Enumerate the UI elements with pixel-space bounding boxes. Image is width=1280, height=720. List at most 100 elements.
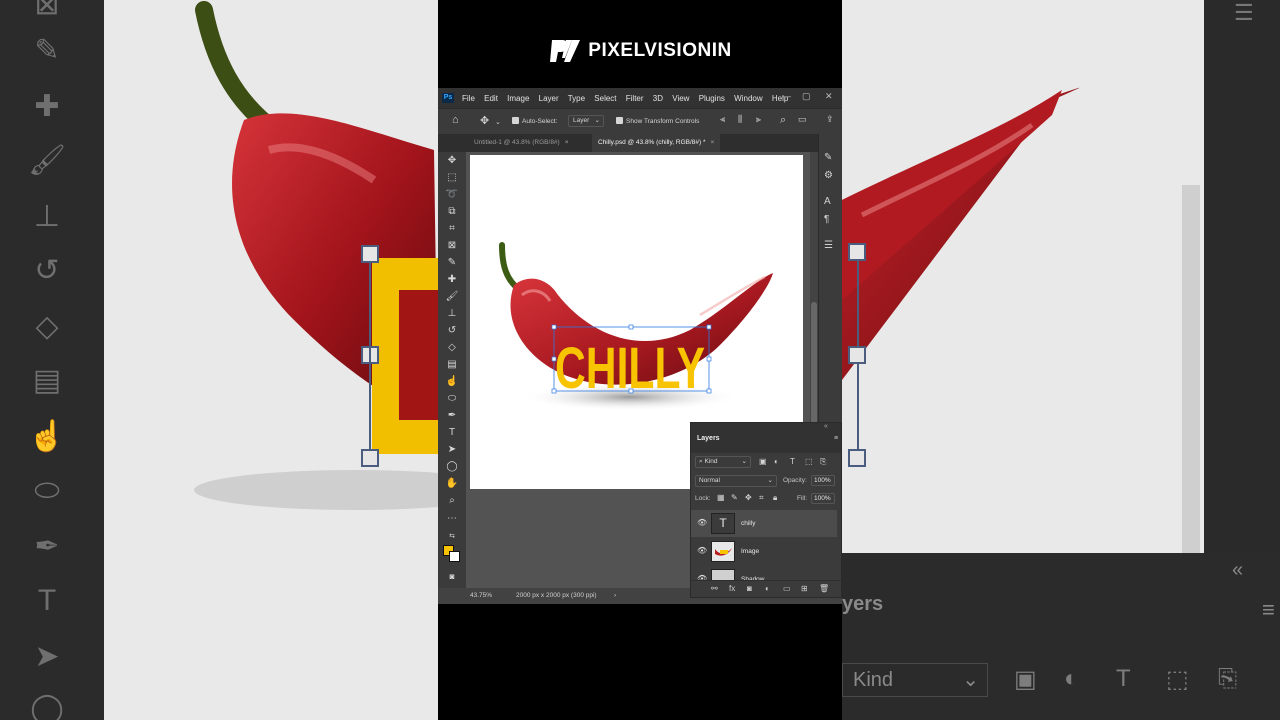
fill-field[interactable]: 100% [811,493,835,504]
move-tool-options-icon[interactable]: ✥ [480,114,489,127]
pen-tool-icon[interactable]: ✒ [445,409,459,423]
zoom-level[interactable]: 43.75% [470,592,492,599]
collapse-panel-icon[interactable]: « [824,423,828,430]
lock-position-icon[interactable]: ✥ [745,493,752,502]
crop-tool-icon[interactable]: ⌗ [445,222,459,236]
brush-settings-icon[interactable]: ✎ [824,152,832,163]
menu-3d[interactable]: 3D [653,94,663,103]
character-icon[interactable]: A [824,196,831,207]
visibility-eye-icon[interactable]: 👁︎ [697,546,707,555]
lock-artboard-icon[interactable]: ⌗ [759,493,764,503]
blur-tool-icon[interactable]: ☝ [445,375,459,389]
hand-tool-icon[interactable]: ✋ [445,477,459,491]
lock-transparency-icon[interactable]: ▦ [717,493,725,502]
new-group-icon[interactable]: ▭ [783,584,791,593]
path-select-tool-icon[interactable]: ➤ [445,443,459,457]
adjustment-layer-icon[interactable]: ◐ [765,584,770,593]
eyedropper-tool-icon[interactable]: ✎ [445,256,459,270]
fx-icon[interactable]: fx [729,584,735,593]
object-select-tool-icon[interactable]: ⧉ [445,205,459,219]
layer-name[interactable]: Image [741,548,759,555]
layers-panel-title[interactable]: Layers [697,435,720,442]
menu-select[interactable]: Select [594,94,616,103]
layer-name[interactable]: chilly [741,520,755,527]
ellipse-tool-icon[interactable]: ◯ [445,460,459,474]
swap-colors-icon[interactable]: ⇆ [445,530,459,544]
menu-file[interactable]: File [462,94,475,103]
search-icon[interactable]: ⌕ [780,114,786,127]
auto-select-dropdown[interactable]: Layer ⌄ [568,115,604,127]
bg-brush-icon: 🖌 [28,144,67,177]
gradient-tool-icon[interactable]: ▤ [445,358,459,372]
type-tool-icon[interactable]: T [445,426,459,440]
layer-row-image[interactable]: 👁︎ Image [691,538,837,565]
visibility-eye-icon[interactable]: 👁︎ [697,518,707,527]
close-window-button[interactable]: ✕ [825,91,833,102]
panel-menu-icon[interactable]: ≡ [834,435,838,442]
menu-type[interactable]: Type [568,94,585,103]
dodge-tool-icon[interactable]: ⬭ [445,392,459,406]
menu-filter[interactable]: Filter [626,94,644,103]
tab-chilly-psd[interactable]: Chilly.psd @ 43.8% (chilly, RGB/8#) * × [592,134,721,152]
home-icon[interactable]: ⌂ [452,114,459,126]
adjustments-icon[interactable]: ⚙ [824,170,833,181]
kind-filter-dropdown[interactable]: ⌕ Kind ⌄ [695,456,751,468]
menu-edit[interactable]: Edit [484,94,498,103]
frame-tool-icon[interactable]: ⊠ [445,239,459,253]
tab-untitled-1[interactable]: Untitled-1 @ 43.8% (RGB/8#) × [468,134,575,152]
new-layer-icon[interactable]: ⊞ [801,584,808,593]
fill-label: Fill: [797,495,808,502]
marquee-tool-icon[interactable]: ⬚ [445,171,459,185]
add-mask-icon[interactable]: ◙ [747,584,752,593]
blend-mode-dropdown[interactable]: Normal ⌄ [695,475,777,487]
more-tools-icon[interactable]: ⋯ [445,512,459,526]
lock-all-icon[interactable]: 🔒︎ [773,493,777,503]
paragraph-icon[interactable]: ¶ [824,214,829,225]
show-transform-controls-checkbox[interactable]: Show Transform Controls [616,117,699,125]
menu-layer[interactable]: Layer [539,94,559,103]
shape-filter-icon[interactable]: ⬚ [805,457,813,466]
close-tab-icon[interactable]: × [565,139,569,146]
adjustment-filter-icon[interactable]: ◐ [774,457,779,466]
auto-select-checkbox[interactable]: Auto-Select: [512,117,557,125]
background-toolstrip: ⊠ ✎ ✚ 🖌 ⊥ ↺ ◇ ▤ ☝ ⬭ ✒ T ➤ ◯ [0,0,104,720]
workspace-icon[interactable]: ▭ [798,114,807,125]
align-left-icon[interactable]: ⫷ [720,114,725,125]
quick-mask-icon[interactable]: ◙ [445,570,459,584]
bg-kind-filter: Kind ⌄ [842,663,988,697]
chevron-down-icon[interactable]: ⌄ [495,118,501,126]
menu-view[interactable]: View [672,94,689,103]
background-color-swatch[interactable] [449,551,460,562]
align-right-icon[interactable]: ⫸ [756,114,761,125]
bg-smart-filter-icon: ⎘ [1218,665,1238,692]
eraser-tool-icon[interactable]: ◇ [445,341,459,355]
link-layers-icon[interactable]: ⚯ [711,584,718,593]
minimize-button[interactable]: — [782,91,791,101]
menu-plugins[interactable]: Plugins [699,94,725,103]
opacity-field[interactable]: 100% [811,475,835,486]
brush-tool-icon[interactable]: 🖌 [445,290,459,304]
lock-image-icon[interactable]: ✎ [731,493,738,502]
layer-row-chilly[interactable]: 👁︎ T chilly [691,510,837,537]
healing-tool-icon[interactable]: ✚ [445,273,459,287]
close-tab-icon[interactable]: × [711,139,715,146]
move-tool-icon[interactable]: ✥ [445,154,459,168]
delete-layer-icon[interactable]: 🗑︎ [819,584,829,593]
properties-icon[interactable]: ☰ [824,240,833,251]
menu-window[interactable]: Window [734,94,762,103]
stamp-tool-icon[interactable]: ⊥ [445,307,459,321]
zoom-tool-icon[interactable]: ⌕ [445,494,459,508]
status-arrow-icon[interactable]: › [614,592,616,599]
lasso-tool-icon[interactable]: ➰ [445,188,459,202]
chilly-text-layer[interactable]: CHILLY [555,336,705,401]
menu-image[interactable]: Image [507,94,529,103]
share-icon[interactable]: ⇪ [826,114,834,125]
lock-label: Lock: [695,495,711,502]
smart-object-filter-icon[interactable]: ⎘ [820,457,826,467]
type-filter-icon[interactable]: T [790,457,795,466]
pixel-filter-icon[interactable]: ▣ [759,457,767,466]
align-center-icon[interactable]: ⫼ [738,114,742,125]
maximize-button[interactable]: ▢ [802,91,811,102]
text-layer-thumbnail: T [711,513,735,534]
history-brush-tool-icon[interactable]: ↺ [445,324,459,338]
